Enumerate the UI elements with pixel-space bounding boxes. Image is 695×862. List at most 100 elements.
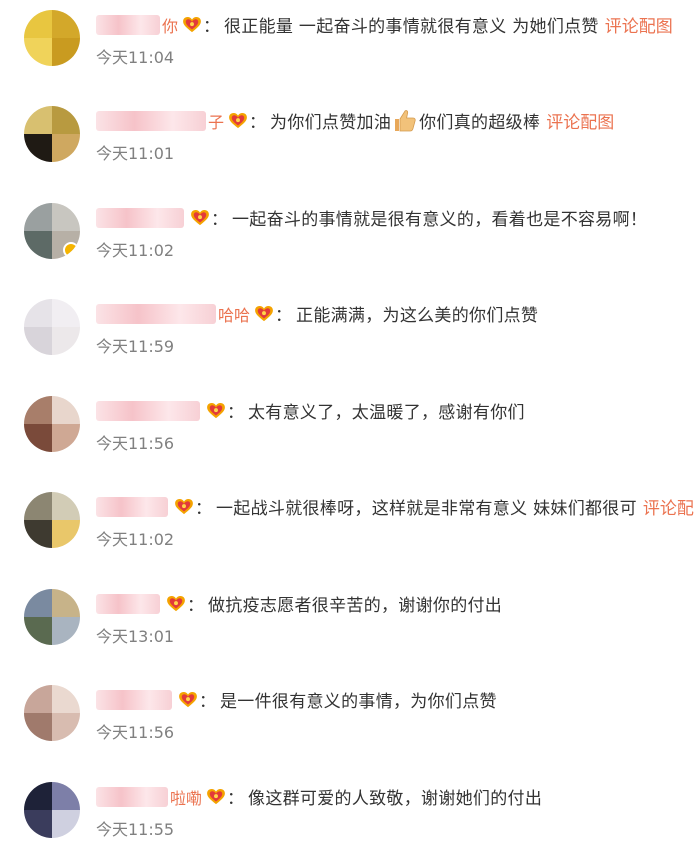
thumbs-up-icon (393, 109, 417, 133)
comment-item: ：是一件很有意义的事情，为你们点赞今天11:56 (0, 675, 695, 765)
vip-heart-icon (174, 497, 194, 517)
separator-colon: ： (211, 210, 228, 229)
comment-text: 太有意义了，太温暖了，感谢有你们 (248, 403, 525, 422)
avatar-pixel (24, 299, 52, 327)
vip-heart-icon (178, 690, 198, 710)
avatar-pixel (52, 520, 80, 548)
comment-text: 做抗疫志愿者很辛苦的，谢谢你的付出 (208, 596, 503, 615)
username-blurred[interactable] (96, 400, 200, 421)
vip-heart-icon (206, 787, 226, 807)
separator-colon: ： (195, 499, 212, 518)
separator-colon: ： (275, 306, 293, 325)
username-blurred[interactable] (96, 496, 168, 517)
avatar-pixel (52, 810, 80, 838)
vip-heart-icon (166, 594, 186, 614)
avatar-pixel (24, 424, 52, 452)
comment-line: ：做抗疫志愿者很辛苦的，谢谢你的付出 (96, 591, 695, 615)
avatar-pixel (52, 327, 80, 355)
avatar-pixel (52, 299, 80, 327)
comment-item: ：太有意义了，太温暖了，感谢有你们今天11:56 (0, 386, 695, 476)
avatar-pixel (52, 589, 80, 617)
vip-heart-icon (254, 304, 274, 324)
avatar-pixel (52, 782, 80, 810)
comment-timestamp: 今天11:02 (96, 241, 175, 260)
avatar-pixel (24, 134, 52, 162)
avatar-pixel (52, 38, 80, 66)
comment-text: 正能满满，为这么美的你们点赞 (296, 306, 539, 325)
comment-timestamp: 今天11:01 (96, 144, 175, 163)
comment-line: ：一起战斗就很棒呀，这样就是非常有意义 妹妹们都很可评论配图 (96, 494, 695, 518)
avatar[interactable] (24, 106, 80, 162)
comment-line: 你 ：很正能量 一起奋斗的事情就很有意义 为她们点赞 评论配图 (96, 12, 695, 36)
username-blurred[interactable] (96, 303, 216, 324)
comment-list: 你：很正能量 一起奋斗的事情就很有意义 为她们点赞 评论配图 今天11:04 子：为你… (0, 0, 695, 839)
separator-colon: ： (249, 113, 267, 132)
avatar[interactable] (24, 299, 80, 355)
comment-line: ：太有意义了，太温暖了，感谢有你们 (96, 398, 695, 422)
username-blurred[interactable] (96, 110, 206, 131)
comment-item: 哈哈 ：正能满满，为这么美的你们点赞 今天11:59 (0, 289, 695, 379)
avatar[interactable] (24, 589, 80, 645)
comment-timestamp: 今天11:04 (96, 48, 175, 67)
comment-timestamp: 今天11:56 (96, 723, 175, 742)
separator-colon: ： (227, 403, 244, 422)
comment-timestamp: 今天11:56 (96, 434, 175, 453)
comment-image-link[interactable]: 评论配图 (605, 12, 673, 36)
avatar-pixel (52, 492, 80, 520)
avatar-pixel (52, 685, 80, 713)
comment-item: 子 ：为你们点赞加油 你们真的超级棒 评论配图 今天11:01 (0, 96, 695, 186)
verified-badge-icon (63, 242, 79, 258)
comment-item: ：一起奋斗的事情就是很有意义的，看着也是不容易啊！ 今天11:02 (0, 193, 695, 283)
avatar-pixel (24, 396, 52, 424)
avatar-pixel (24, 327, 52, 355)
username-suffix[interactable]: 子 (208, 109, 224, 133)
username-suffix[interactable]: 哈哈 (218, 302, 250, 326)
comment-line: 哈哈 ：正能满满，为这么美的你们点赞 (96, 301, 695, 325)
avatar-pixel (24, 10, 52, 38)
vip-heart-icon (206, 401, 226, 421)
username-blurred[interactable] (96, 593, 160, 614)
avatar-pixel (24, 106, 52, 134)
comment-item: ：做抗疫志愿者很辛苦的，谢谢你的付出 今天13:01 (0, 579, 695, 669)
avatar-pixel (24, 617, 52, 645)
separator-colon: ： (203, 17, 221, 36)
comment-item: 你 ：很正能量 一起奋斗的事情就很有意义 为她们点赞 评论配图 今天11:04 (0, 0, 695, 90)
comment-item: ：一起战斗就很棒呀，这样就是非常有意义 妹妹们都很可评论配图今天11:02 (0, 482, 695, 572)
comment-text-continued: 你们真的超级棒 (419, 113, 541, 132)
avatar-pixel (24, 203, 52, 231)
avatar-pixel (52, 106, 80, 134)
comment-line: ：一起奋斗的事情就是很有意义的，看着也是不容易啊！ (96, 205, 695, 229)
username-blurred[interactable] (96, 207, 184, 228)
avatar[interactable] (24, 203, 80, 259)
avatar[interactable] (24, 782, 80, 838)
separator-colon: ： (199, 692, 216, 711)
comment-line: 啦嘞 ：像这群可爱的人致敬，谢谢她们的付出 (96, 784, 695, 808)
avatar-pixel (24, 713, 52, 741)
vip-heart-icon (228, 111, 248, 131)
avatar-pixel (52, 396, 80, 424)
comment-text: 一起奋斗的事情就是很有意义的，看着也是不容易啊！ (232, 210, 648, 229)
avatar-pixel (24, 685, 52, 713)
avatar-pixel (52, 424, 80, 452)
avatar[interactable] (24, 492, 80, 548)
avatar-pixel (24, 38, 52, 66)
avatar[interactable] (24, 10, 80, 66)
comment-line: 子 ：为你们点赞加油 你们真的超级棒 评论配图 (96, 108, 695, 132)
comment-text: 是一件很有意义的事情，为你们点赞 (220, 692, 497, 711)
username-suffix[interactable]: 啦嘞 (170, 785, 202, 809)
username-blurred[interactable] (96, 14, 160, 35)
avatar[interactable] (24, 685, 80, 741)
comment-line: ：是一件很有意义的事情，为你们点赞 (96, 687, 695, 711)
comment-text: 像这群可爱的人致敬，谢谢她们的付出 (248, 789, 543, 808)
comment-image-link[interactable]: 评论配图 (546, 108, 614, 132)
comment-timestamp: 今天11:02 (96, 530, 175, 549)
username-blurred[interactable] (96, 689, 172, 710)
vip-heart-icon (182, 15, 202, 35)
comment-item: 啦嘞 ：像这群可爱的人致敬，谢谢她们的付出 今天11:55 (0, 772, 695, 862)
username-suffix[interactable]: 你 (162, 13, 178, 37)
comment-text: 一起战斗就很棒呀，这样就是非常有意义 妹妹们都很可 (216, 499, 637, 518)
comment-image-link[interactable]: 评论配图 (643, 494, 695, 518)
separator-colon: ： (227, 789, 245, 808)
username-blurred[interactable] (96, 786, 168, 807)
avatar[interactable] (24, 396, 80, 452)
